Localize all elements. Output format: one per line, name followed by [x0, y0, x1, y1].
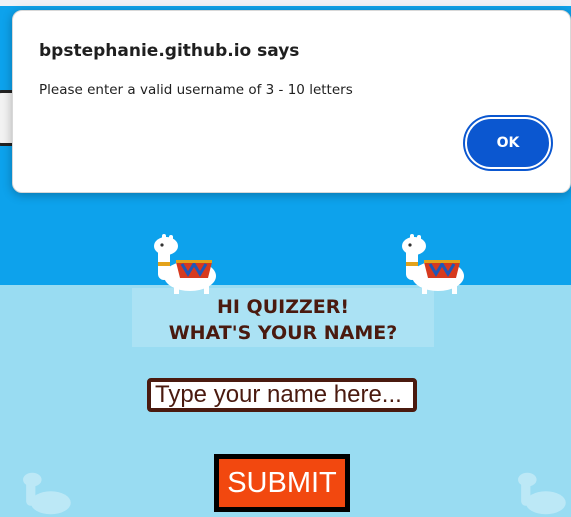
name-input[interactable] — [147, 378, 417, 412]
llama-icon — [518, 472, 566, 515]
alert-message: Please enter a valid username of 3 - 10 … — [39, 82, 353, 98]
llama-icon — [154, 234, 216, 294]
alert-title: bpstephanie.github.io says — [39, 41, 300, 61]
greeting-line-2: WHAT'S YOUR NAME? — [168, 322, 398, 344]
alert-dialog: bpstephanie.github.io says Please enter … — [12, 10, 571, 193]
greeting-line-1: HI QUIZZER! — [216, 296, 350, 318]
submit-button[interactable]: SUBMIT — [214, 454, 350, 512]
llama-icon — [402, 234, 464, 294]
greeting-heading: HI QUIZZER! WHAT'S YOUR NAME? — [132, 288, 434, 347]
ok-button[interactable]: OK — [465, 117, 551, 169]
llama-icon — [23, 472, 71, 515]
